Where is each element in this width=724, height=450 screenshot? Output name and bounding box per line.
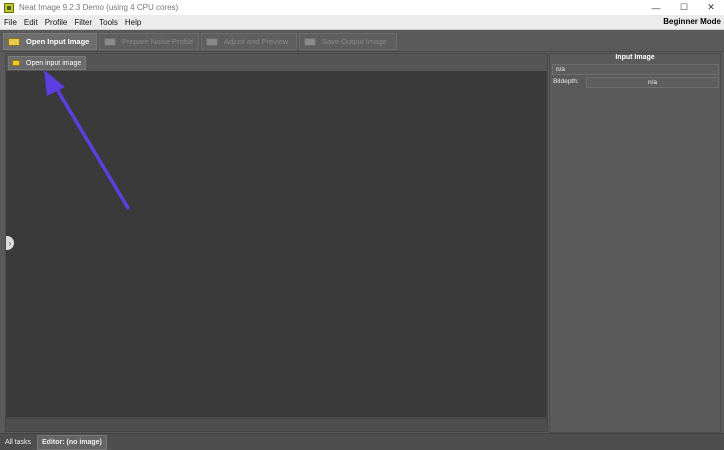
menu-profile[interactable]: Profile <box>45 18 68 27</box>
tab-label: Open Input Image <box>26 37 90 46</box>
folder-icon <box>12 60 20 66</box>
tab-prepare-noise-profile[interactable]: Prepare Noise Profile <box>99 33 199 50</box>
menu-file[interactable]: File <box>4 18 17 27</box>
minimize-button[interactable]: — <box>643 0 669 15</box>
bitdepth-field: n/a <box>586 77 719 88</box>
image-canvas[interactable] <box>6 71 547 417</box>
editor-toolbar: Open input image <box>6 54 547 71</box>
close-button[interactable]: ✕ <box>698 0 724 15</box>
menu-help[interactable]: Help <box>125 18 141 27</box>
tab-save-output-image[interactable]: Save Output Image <box>299 33 397 50</box>
menu-bar: File Edit Profile Filter Tools Help Begi… <box>0 15 724 30</box>
window-title: Neat Image 9.2.3 Demo (using 4 CPU cores… <box>19 3 179 12</box>
open-input-image-button[interactable]: Open input image <box>8 56 86 70</box>
tab-label: Save Output Image <box>322 37 387 46</box>
save-icon <box>304 37 316 46</box>
maximize-button[interactable]: ☐ <box>671 0 697 15</box>
panel-title: Input Image <box>615 54 655 61</box>
menu-filter[interactable]: Filter <box>74 18 92 27</box>
editor-panel: Open input image <box>5 53 548 418</box>
tab-adjust-and-preview[interactable]: Adjust and Preview <box>201 33 297 50</box>
bottom-tab-bar: All tasks Editor: (no image) <box>0 433 724 450</box>
camera-icon <box>8 37 20 46</box>
menu-edit[interactable]: Edit <box>24 18 38 27</box>
app-logo-icon <box>4 2 14 13</box>
tab-all-tasks[interactable]: All tasks <box>1 435 35 450</box>
tab-label: Prepare Noise Profile <box>122 37 194 46</box>
tab-open-input-image[interactable]: Open Input Image <box>3 33 97 50</box>
input-image-panel: Input Image n/a Bitdepth: n/a <box>549 53 721 433</box>
menu-tools[interactable]: Tools <box>99 18 118 27</box>
profile-icon <box>104 37 116 46</box>
open-button-label: Open input image <box>26 59 82 67</box>
horizontal-scrollbar[interactable] <box>5 418 548 432</box>
preview-icon <box>206 37 218 46</box>
tab-editor[interactable]: Editor: (no image) <box>37 435 107 450</box>
mode-label[interactable]: Beginner Mode <box>663 17 721 26</box>
workflow-tabs: Open Input Image Prepare Noise Profile A… <box>0 30 724 52</box>
tab-label: Adjust and Preview <box>224 37 289 46</box>
bitdepth-label: Bitdepth: <box>553 78 579 85</box>
image-name-field: n/a <box>552 64 719 75</box>
title-bar: Neat Image 9.2.3 Demo (using 4 CPU cores… <box>0 0 724 15</box>
